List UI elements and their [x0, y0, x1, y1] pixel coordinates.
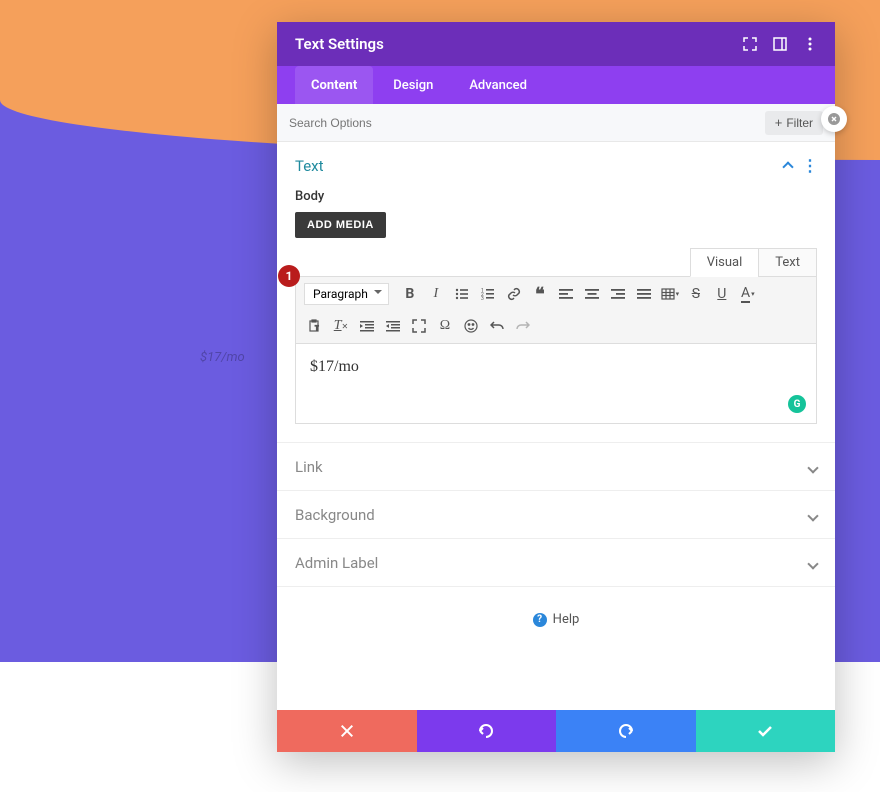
text-color-icon[interactable]: A▾ — [737, 283, 759, 305]
italic-icon[interactable]: I — [425, 283, 447, 305]
special-char-icon[interactable]: Ω — [434, 315, 456, 337]
help-row: ? Help — [277, 587, 835, 647]
body-label: Body — [277, 189, 835, 212]
chevron-down-icon — [809, 553, 817, 572]
modal-title: Text Settings — [295, 35, 384, 53]
underline-icon[interactable]: U — [711, 283, 733, 305]
table-icon[interactable]: ▾ — [659, 283, 681, 305]
numbered-list-icon[interactable]: 123 — [477, 283, 499, 305]
section-link: Link — [277, 443, 835, 491]
modal-header: Text Settings — [277, 22, 835, 66]
section-admin-label-header[interactable]: Admin Label — [277, 539, 835, 586]
align-left-icon[interactable] — [555, 283, 577, 305]
indent-icon[interactable] — [382, 315, 404, 337]
editor-mode-tabs: Visual Text — [295, 248, 817, 277]
align-right-icon[interactable] — [607, 283, 629, 305]
section-link-title: Link — [295, 458, 323, 476]
fullscreen-icon[interactable] — [408, 315, 430, 337]
editor-text: $17/mo — [310, 358, 802, 376]
help-link[interactable]: ? Help — [533, 612, 580, 627]
close-modal-button[interactable] — [821, 106, 847, 132]
quote-icon[interactable]: ❝ — [529, 283, 551, 305]
grammarly-icon[interactable]: G — [788, 395, 806, 413]
section-text-controls: ⋮ — [784, 156, 817, 175]
filter-button[interactable]: +Filter — [765, 111, 823, 135]
header-controls — [743, 37, 817, 51]
editor-tab-text[interactable]: Text — [758, 248, 817, 277]
expand-icon[interactable] — [743, 37, 757, 51]
format-dropdown[interactable]: Paragraph — [304, 283, 389, 305]
section-background-title: Background — [295, 506, 375, 524]
strikethrough-icon[interactable]: S — [685, 283, 707, 305]
section-link-header[interactable]: Link — [277, 443, 835, 490]
cancel-button[interactable] — [277, 710, 417, 752]
undo-button[interactable] — [417, 710, 557, 752]
modal-footer — [277, 710, 835, 752]
search-input[interactable] — [289, 116, 765, 130]
editor-toolbar: Paragraph B I 123 ❝ ▾ S U A▾ T T✕ — [295, 276, 817, 344]
section-menu-icon[interactable]: ⋮ — [802, 156, 817, 175]
chevron-down-icon — [809, 505, 817, 524]
align-justify-icon[interactable] — [633, 283, 655, 305]
clear-format-icon[interactable]: T✕ — [330, 315, 352, 337]
section-admin-label: Admin Label — [277, 539, 835, 587]
settings-tabs: Content Design Advanced — [277, 66, 835, 104]
modal-content: Text ⋮ Body ADD MEDIA Visual Text Paragr… — [277, 142, 835, 710]
chevron-down-icon — [809, 457, 817, 476]
section-admin-label-title: Admin Label — [295, 554, 378, 572]
kebab-menu-icon[interactable] — [803, 37, 817, 51]
step-badge-1: 1 — [278, 265, 300, 287]
section-background: Background — [277, 491, 835, 539]
text-settings-modal: Text Settings Content Design Advanced +F… — [277, 22, 835, 752]
save-button[interactable] — [696, 710, 836, 752]
editor-tab-visual[interactable]: Visual — [690, 248, 759, 277]
emoji-icon[interactable] — [460, 315, 482, 337]
help-icon: ? — [533, 613, 547, 627]
paste-text-icon[interactable]: T — [304, 315, 326, 337]
align-center-icon[interactable] — [581, 283, 603, 305]
redo-button[interactable] — [556, 710, 696, 752]
snap-icon[interactable] — [773, 37, 787, 51]
search-bar: +Filter — [277, 104, 835, 142]
outdent-icon[interactable] — [356, 315, 378, 337]
help-label: Help — [553, 612, 580, 627]
filter-label: Filter — [786, 116, 813, 130]
editor-content-area[interactable]: $17/mo G — [295, 344, 817, 424]
section-background-header[interactable]: Background — [277, 491, 835, 538]
svg-text:3: 3 — [481, 296, 484, 301]
tab-design[interactable]: Design — [377, 66, 449, 104]
undo-icon[interactable] — [486, 315, 508, 337]
chevron-up-icon[interactable] — [784, 156, 792, 175]
preview-price-text: $17/mo — [200, 350, 245, 365]
redo-icon[interactable] — [512, 315, 534, 337]
link-icon[interactable] — [503, 283, 525, 305]
section-text-header[interactable]: Text ⋮ — [277, 142, 835, 189]
svg-text:T: T — [315, 325, 319, 332]
add-media-button[interactable]: ADD MEDIA — [295, 212, 386, 238]
section-text-title: Text — [295, 157, 324, 175]
bullet-list-icon[interactable] — [451, 283, 473, 305]
tab-advanced[interactable]: Advanced — [453, 66, 543, 104]
tab-content[interactable]: Content — [295, 66, 373, 104]
section-text: Text ⋮ Body ADD MEDIA Visual Text Paragr… — [277, 142, 835, 443]
bold-icon[interactable]: B — [399, 283, 421, 305]
